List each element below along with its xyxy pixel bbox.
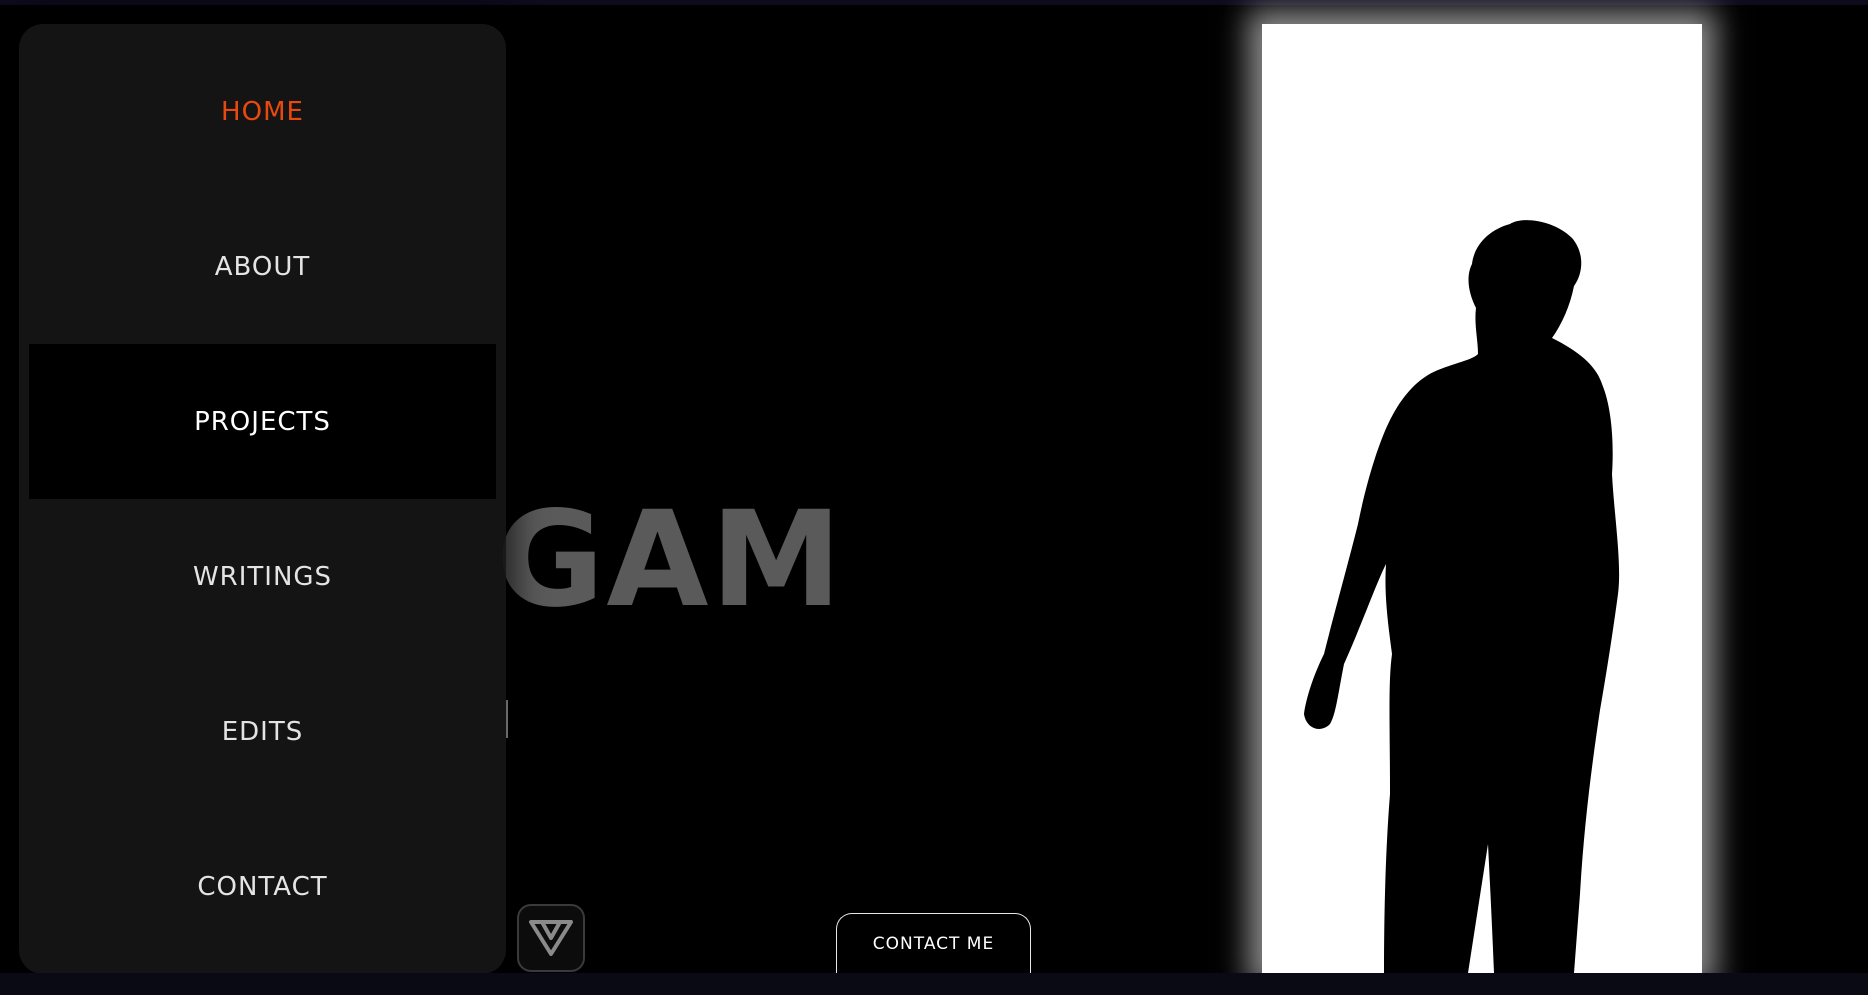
menu-item-home[interactable]: HOME xyxy=(29,34,496,189)
menu-item-writings[interactable]: WRITINGS xyxy=(29,499,496,654)
hero-silhouette-image xyxy=(1262,24,1702,973)
top-strip xyxy=(0,0,1868,5)
logo-button[interactable] xyxy=(517,904,585,972)
v-shield-logo-icon xyxy=(529,920,573,956)
menu-item-contact[interactable]: CONTACT xyxy=(29,809,496,964)
typing-cursor xyxy=(506,700,508,738)
hero-title-text: GAM xyxy=(496,483,844,637)
bottom-strip xyxy=(0,973,1868,995)
contact-me-button[interactable]: CONTACT ME xyxy=(836,913,1031,973)
navigation-menu: HOME ABOUT PROJECTS WRITINGS EDITS CONTA… xyxy=(19,24,506,974)
menu-item-about[interactable]: ABOUT xyxy=(29,189,496,344)
menu-item-edits[interactable]: EDITS xyxy=(29,654,496,809)
page: GAM HOME ABOUT PROJECTS WRITINGS EDITS C… xyxy=(0,0,1868,995)
menu-item-projects[interactable]: PROJECTS xyxy=(29,344,496,499)
silhouette-figure xyxy=(1304,220,1620,973)
